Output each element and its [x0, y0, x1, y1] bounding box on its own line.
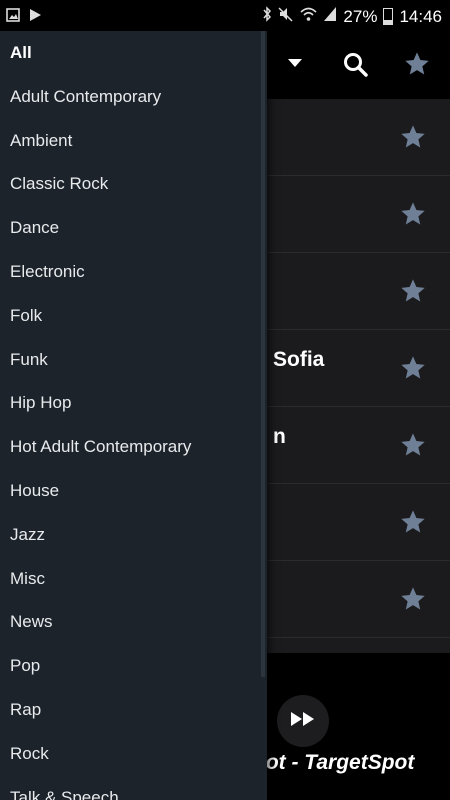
genre-item-adult-contemporary[interactable]: Adult Contemporary [0, 75, 267, 119]
star-icon[interactable] [399, 123, 427, 151]
clock: 14:46 [399, 6, 442, 26]
gallery-icon [6, 7, 20, 27]
fast-forward-button[interactable] [277, 695, 329, 747]
drawer-scrollbar[interactable] [261, 31, 265, 677]
genre-list: All Adult Contemporary Ambient Classic R… [0, 31, 267, 800]
genre-item-jazz[interactable]: Jazz [0, 513, 267, 557]
genre-item-house[interactable]: House [0, 469, 267, 513]
genre-item-rap[interactable]: Rap [0, 688, 267, 732]
mute-icon [278, 6, 294, 27]
genre-item-folk[interactable]: Folk [0, 294, 267, 338]
favorites-star-icon[interactable] [403, 50, 431, 78]
genre-item-news[interactable]: News [0, 600, 267, 644]
genre-item-dance[interactable]: Dance [0, 206, 267, 250]
star-icon[interactable] [399, 200, 427, 228]
star-icon[interactable] [399, 431, 427, 459]
signal-icon [323, 6, 337, 27]
genre-item-ambient[interactable]: Ambient [0, 119, 267, 163]
star-icon[interactable] [399, 508, 427, 536]
genre-item-classic-rock[interactable]: Classic Rock [0, 162, 267, 206]
star-icon[interactable] [399, 585, 427, 613]
station-name: n [273, 425, 286, 448]
genre-item-rock[interactable]: Rock [0, 732, 267, 776]
genre-item-all[interactable]: All [0, 31, 267, 75]
genre-item-electronic[interactable]: Electronic [0, 250, 267, 294]
wifi-icon [300, 6, 317, 27]
genre-item-misc[interactable]: Misc [0, 557, 267, 601]
dropdown-icon[interactable] [288, 59, 302, 67]
battery-icon [383, 8, 394, 25]
genre-item-funk[interactable]: Funk [0, 338, 267, 382]
bluetooth-icon [262, 6, 272, 27]
genre-item-hip-hop[interactable]: Hip Hop [0, 381, 267, 425]
genre-item-talk-speech[interactable]: Talk & Speech [0, 776, 267, 800]
play-icon [29, 7, 42, 27]
search-icon[interactable] [343, 52, 369, 78]
status-bar: 27% 14:46 [0, 0, 450, 31]
genre-item-pop[interactable]: Pop [0, 644, 267, 688]
battery-percent: 27% [343, 6, 378, 26]
genre-drawer: All Adult Contemporary Ambient Classic R… [0, 31, 267, 800]
genre-item-hot-adult-contemporary[interactable]: Hot Adult Contemporary [0, 425, 267, 469]
fast-forward-icon [290, 711, 316, 732]
star-icon[interactable] [399, 277, 427, 305]
now-playing-text: pot - TargetSpot [253, 751, 415, 774]
station-name: Sofia [273, 348, 325, 371]
star-icon[interactable] [399, 354, 427, 382]
